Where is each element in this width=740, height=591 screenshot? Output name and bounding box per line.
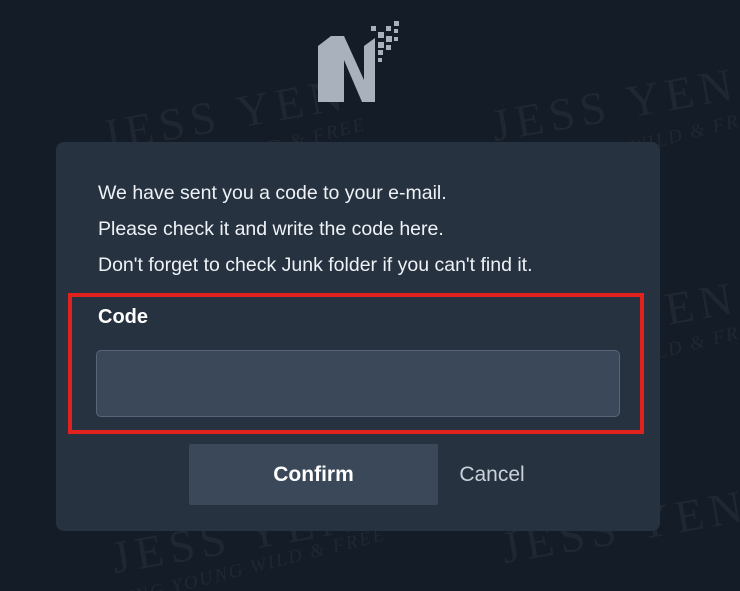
instruction-text: We have sent you a code to your e-mail. …: [98, 175, 638, 283]
verification-dialog: We have sent you a code to your e-mail. …: [56, 142, 660, 531]
confirm-button[interactable]: Confirm: [189, 444, 438, 505]
code-input[interactable]: [96, 350, 620, 417]
app-logo-icon: [318, 21, 399, 102]
instruction-line: We have sent you a code to your e-mail.: [98, 182, 447, 204]
cancel-button[interactable]: Cancel: [448, 444, 536, 505]
verification-page: JESS YEN LIVING YOUNG WILD & FREE JESS Y…: [0, 0, 740, 591]
instruction-line: Don't forget to check Junk folder if you…: [98, 254, 533, 276]
instruction-line: Please check it and write the code here.: [98, 218, 444, 240]
watermark-tagline: LIVING YOUNG WILD & FREE: [91, 524, 389, 591]
code-label: Code: [98, 306, 148, 328]
watermark-brand: JESS YEN: [487, 57, 740, 152]
